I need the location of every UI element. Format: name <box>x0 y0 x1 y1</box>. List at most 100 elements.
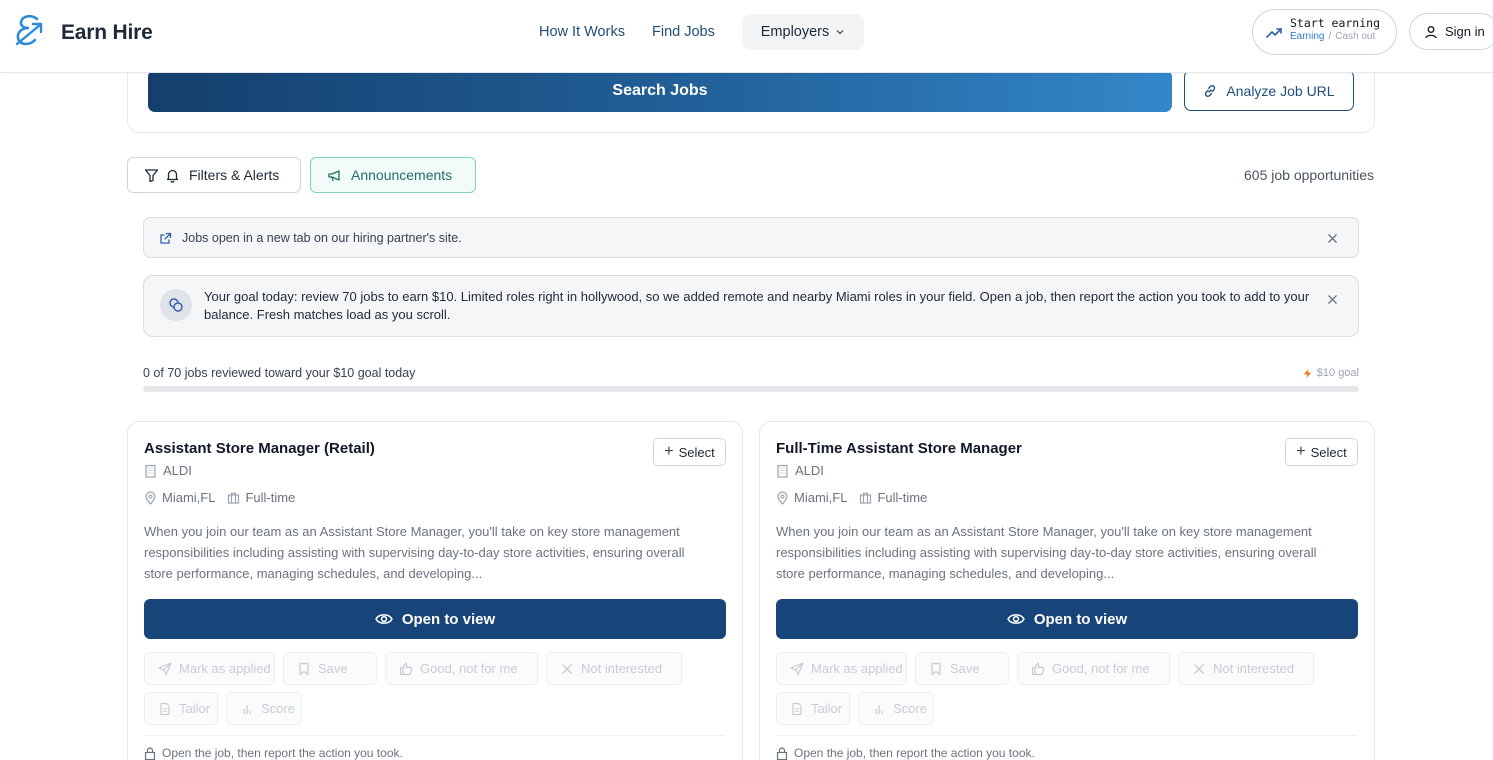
nav-employers-dropdown[interactable]: Employers <box>742 14 864 50</box>
external-link-icon <box>160 232 172 244</box>
tailor-button[interactable]: Tailor <box>776 692 850 725</box>
briefcase-icon <box>228 492 240 504</box>
select-job-button[interactable]: + Select <box>1285 438 1358 466</box>
filters-label: Filters & Alerts <box>189 167 280 183</box>
open-to-view-button[interactable]: Open to view <box>776 599 1358 639</box>
daily-goal-text: Your goal today: review 70 jobs to earn … <box>204 289 1310 322</box>
mark-as-applied-label: Mark as applied <box>179 661 271 676</box>
close-icon[interactable] <box>1327 294 1338 305</box>
score-label: Score <box>893 701 927 716</box>
user-icon <box>1425 25 1437 38</box>
job-title[interactable]: Full-Time Assistant Store Manager <box>776 440 1022 457</box>
not-interested-button[interactable]: Not interested <box>546 652 682 685</box>
send-icon <box>790 661 804 676</box>
start-earning-title: Start earning <box>1290 16 1381 30</box>
tailor-label: Tailor <box>811 701 843 716</box>
goal-amount-label: $10 goal <box>1316 367 1359 379</box>
chevron-down-icon <box>836 30 844 35</box>
select-job-button[interactable]: + Select <box>653 438 726 466</box>
trending-up-icon <box>1266 28 1282 38</box>
sign-in-button[interactable]: Sign in <box>1409 13 1493 50</box>
company-name: ALDI <box>795 463 824 478</box>
brand-logo[interactable]: Earn Hire <box>13 13 153 49</box>
sign-in-label: Sign in <box>1445 24 1485 39</box>
bar-chart-icon <box>243 704 251 714</box>
good-not-for-me-button[interactable]: Good, not for me <box>1017 652 1170 685</box>
filter-icon <box>144 168 159 182</box>
earning-tab[interactable]: Earning <box>1290 31 1324 42</box>
good-not-for-me-button[interactable]: Good, not for me <box>385 652 538 685</box>
x-icon <box>562 663 572 674</box>
tailor-label: Tailor <box>179 701 211 716</box>
open-to-view-label: Open to view <box>1033 610 1128 628</box>
job-location: Miami,FL <box>162 490 216 505</box>
open-to-view-button[interactable]: Open to view <box>144 599 726 639</box>
job-type: Full-time <box>877 490 928 505</box>
job-description: When you join our team as an Assistant S… <box>776 524 1317 581</box>
map-pin-icon <box>145 490 156 505</box>
partner-site-notice: Jobs open in a new tab on our hiring par… <box>143 217 1359 258</box>
job-card[interactable]: Full-Time Assistant Store Manager + Sele… <box>759 421 1375 760</box>
save-label: Save <box>318 661 348 676</box>
card-divider <box>144 735 726 736</box>
cash-out-tab[interactable]: Cash out <box>1335 31 1375 42</box>
card-footer-text: Open the job, then report the action you… <box>162 746 403 760</box>
analyze-job-url-button[interactable]: Analyze Job URL <box>1184 70 1354 111</box>
tailor-button[interactable]: Tailor <box>144 692 218 725</box>
save-job-button[interactable]: Save <box>915 652 1009 685</box>
earn-mode-switch: Earning / Cash out <box>1290 31 1375 42</box>
coins-icon <box>169 298 183 312</box>
select-label: Select <box>678 444 715 460</box>
score-label: Score <box>261 701 295 716</box>
job-company: ALDI <box>144 463 192 478</box>
filters-alerts-button[interactable]: Filters & Alerts <box>127 157 301 193</box>
lock-icon <box>144 746 156 760</box>
card-footer-note: Open the job, then report the action you… <box>776 746 1035 760</box>
nav-how-it-works[interactable]: How It Works <box>539 24 625 40</box>
building-icon <box>777 464 788 478</box>
search-jobs-button[interactable]: Search Jobs <box>148 70 1172 112</box>
briefcase-icon <box>860 492 872 504</box>
file-icon <box>160 702 170 715</box>
card-footer-note: Open the job, then report the action you… <box>144 746 403 760</box>
score-button[interactable]: Score <box>226 692 302 725</box>
goal-progress-bar <box>143 386 1359 392</box>
plus-icon: + <box>664 443 674 460</box>
start-earning-toggle[interactable]: Start earning Earning / Cash out <box>1252 9 1397 55</box>
job-description: When you join our team as an Assistant S… <box>144 524 685 581</box>
save-job-button[interactable]: Save <box>283 652 377 685</box>
score-button[interactable]: Score <box>858 692 934 725</box>
file-icon <box>792 702 802 715</box>
partner-notice-text: Jobs open in a new tab on our hiring par… <box>182 231 462 245</box>
nav-find-jobs[interactable]: Find Jobs <box>652 24 715 40</box>
mark-as-applied-button[interactable]: Mark as applied <box>144 652 275 685</box>
mark-as-applied-label: Mark as applied <box>811 661 903 676</box>
lock-icon <box>776 746 788 760</box>
map-pin-icon <box>777 490 788 505</box>
logo-icon <box>15 14 43 46</box>
send-icon <box>158 661 172 676</box>
thumbs-up-icon <box>399 662 413 675</box>
job-meta: Miami,FL Full-time <box>776 490 927 505</box>
select-label: Select <box>1310 444 1347 460</box>
bookmark-icon <box>931 662 941 675</box>
not-interested-button[interactable]: Not interested <box>1178 652 1314 685</box>
bolt-icon <box>1303 368 1311 378</box>
link-icon <box>1205 84 1216 97</box>
job-location: Miami,FL <box>794 490 848 505</box>
megaphone-icon <box>328 169 340 181</box>
close-icon[interactable] <box>1327 233 1338 244</box>
analyze-label: Analyze Job URL <box>1226 82 1335 99</box>
announcements-button[interactable]: Announcements <box>310 157 476 193</box>
bookmark-icon <box>299 662 309 675</box>
open-to-view-label: Open to view <box>401 610 496 628</box>
job-company: ALDI <box>776 463 824 478</box>
announcements-label: Announcements <box>351 167 453 183</box>
top-header: Earn Hire How It Works Find Jobs Employe… <box>0 0 1493 73</box>
earn-separator: / <box>1328 31 1332 42</box>
mark-as-applied-button[interactable]: Mark as applied <box>776 652 907 685</box>
goal-progress-label: 0 of 70 jobs reviewed toward your $10 go… <box>143 366 416 380</box>
job-card[interactable]: Assistant Store Manager (Retail) + Selec… <box>127 421 743 760</box>
job-title[interactable]: Assistant Store Manager (Retail) <box>144 440 375 457</box>
good-not-for-me-label: Good, not for me <box>1052 661 1150 676</box>
